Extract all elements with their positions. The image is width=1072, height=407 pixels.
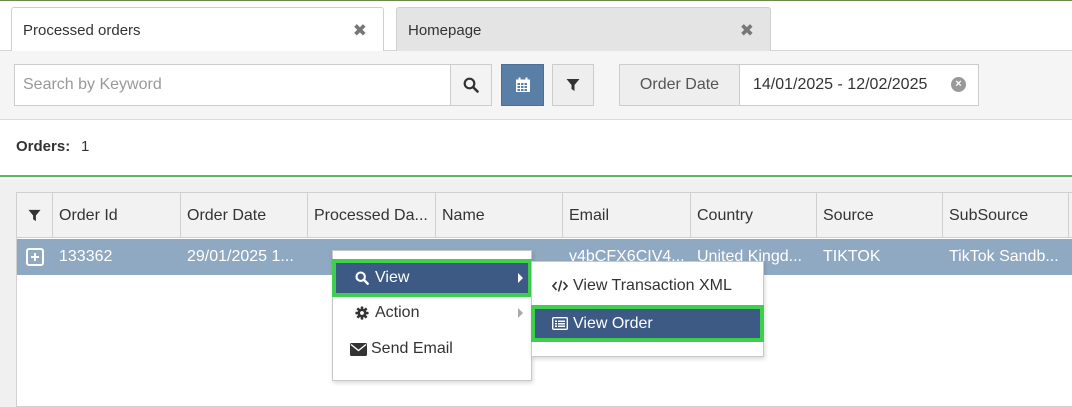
context-menu: View Action Send Email xyxy=(332,250,532,381)
search-icon xyxy=(353,271,371,285)
code-icon xyxy=(551,280,569,292)
filter-icon xyxy=(566,79,580,91)
orders-label: Orders: xyxy=(16,138,71,155)
orders-count: 1 xyxy=(81,138,90,155)
date-range-field[interactable]: 14/01/2025 - 12/02/2025 × xyxy=(740,65,978,105)
column-header-processed-date[interactable]: Processed Da... xyxy=(308,193,436,238)
order-date-filter[interactable]: Order Date 14/01/2025 - 12/02/2025 × xyxy=(619,64,979,106)
filter-button[interactable] xyxy=(552,64,594,106)
cell-order-date: 29/01/2025 1... xyxy=(187,248,294,265)
cell-order-id: 133362 xyxy=(59,248,113,265)
menu-item-view-transaction-xml[interactable]: View Transaction XML xyxy=(534,271,761,301)
tab-homepage[interactable]: Homepage ✖ xyxy=(396,7,771,52)
menu-item-label: View xyxy=(375,269,410,286)
cell-subsource: TikTok Sandb... xyxy=(949,248,1059,265)
envelope-icon xyxy=(349,342,367,356)
menu-item-action[interactable]: Action xyxy=(335,298,529,328)
close-icon[interactable]: ✖ xyxy=(740,21,754,41)
search-icon xyxy=(463,77,479,93)
menu-item-view[interactable]: View xyxy=(332,259,532,297)
row-expander[interactable] xyxy=(17,239,53,275)
gear-icon xyxy=(353,306,371,320)
menu-item-view-order[interactable]: View Order xyxy=(531,305,764,342)
menu-item-label: Action xyxy=(375,304,420,321)
date-range-value: 14/01/2025 - 12/02/2025 xyxy=(753,76,928,93)
tab-label: Processed orders xyxy=(23,22,141,39)
menu-item-send-email[interactable]: Send Email xyxy=(335,334,529,364)
column-header-order-id[interactable]: Order Id xyxy=(53,193,181,238)
tab-processed-orders[interactable]: Processed orders ✖ xyxy=(11,7,384,53)
submenu-arrow-icon xyxy=(518,273,523,283)
list-alt-icon xyxy=(551,317,569,330)
calendar-icon xyxy=(515,77,530,92)
column-header-source[interactable]: Source xyxy=(817,193,943,238)
expand-icon xyxy=(26,248,44,266)
column-header-order-date[interactable]: Order Date xyxy=(181,193,308,238)
close-icon[interactable]: ✖ xyxy=(353,21,367,41)
grid-header: Order Id Order Date Processed Da... Name… xyxy=(17,193,1072,238)
menu-item-label: Send Email xyxy=(371,340,453,357)
clear-date-icon[interactable]: × xyxy=(951,77,966,92)
menu-item-label: View Transaction XML xyxy=(573,277,732,294)
filter-icon xyxy=(28,209,41,222)
column-header-subsource[interactable]: SubSource xyxy=(943,193,1069,238)
column-header-email[interactable]: Email xyxy=(563,193,691,238)
toolbar: Order Date 14/01/2025 - 12/02/2025 × xyxy=(0,51,1072,120)
orders-summary: Orders: 1 xyxy=(0,120,1072,177)
submenu-arrow-icon xyxy=(518,308,523,318)
search-button[interactable] xyxy=(450,64,492,106)
context-submenu: View Transaction XML View Order xyxy=(531,261,764,357)
date-filter-label: Order Date xyxy=(620,65,740,105)
calendar-button[interactable] xyxy=(501,64,544,106)
column-filter-toggle[interactable] xyxy=(17,193,53,238)
menu-item-label: View Order xyxy=(573,314,653,332)
column-header-country[interactable]: Country xyxy=(691,193,817,238)
search-input[interactable] xyxy=(14,64,451,106)
tab-bar: Processed orders ✖ Homepage ✖ xyxy=(0,0,1072,53)
cell-source: TIKTOK xyxy=(823,248,881,265)
tab-label: Homepage xyxy=(408,22,482,39)
column-header-name[interactable]: Name xyxy=(436,193,563,238)
